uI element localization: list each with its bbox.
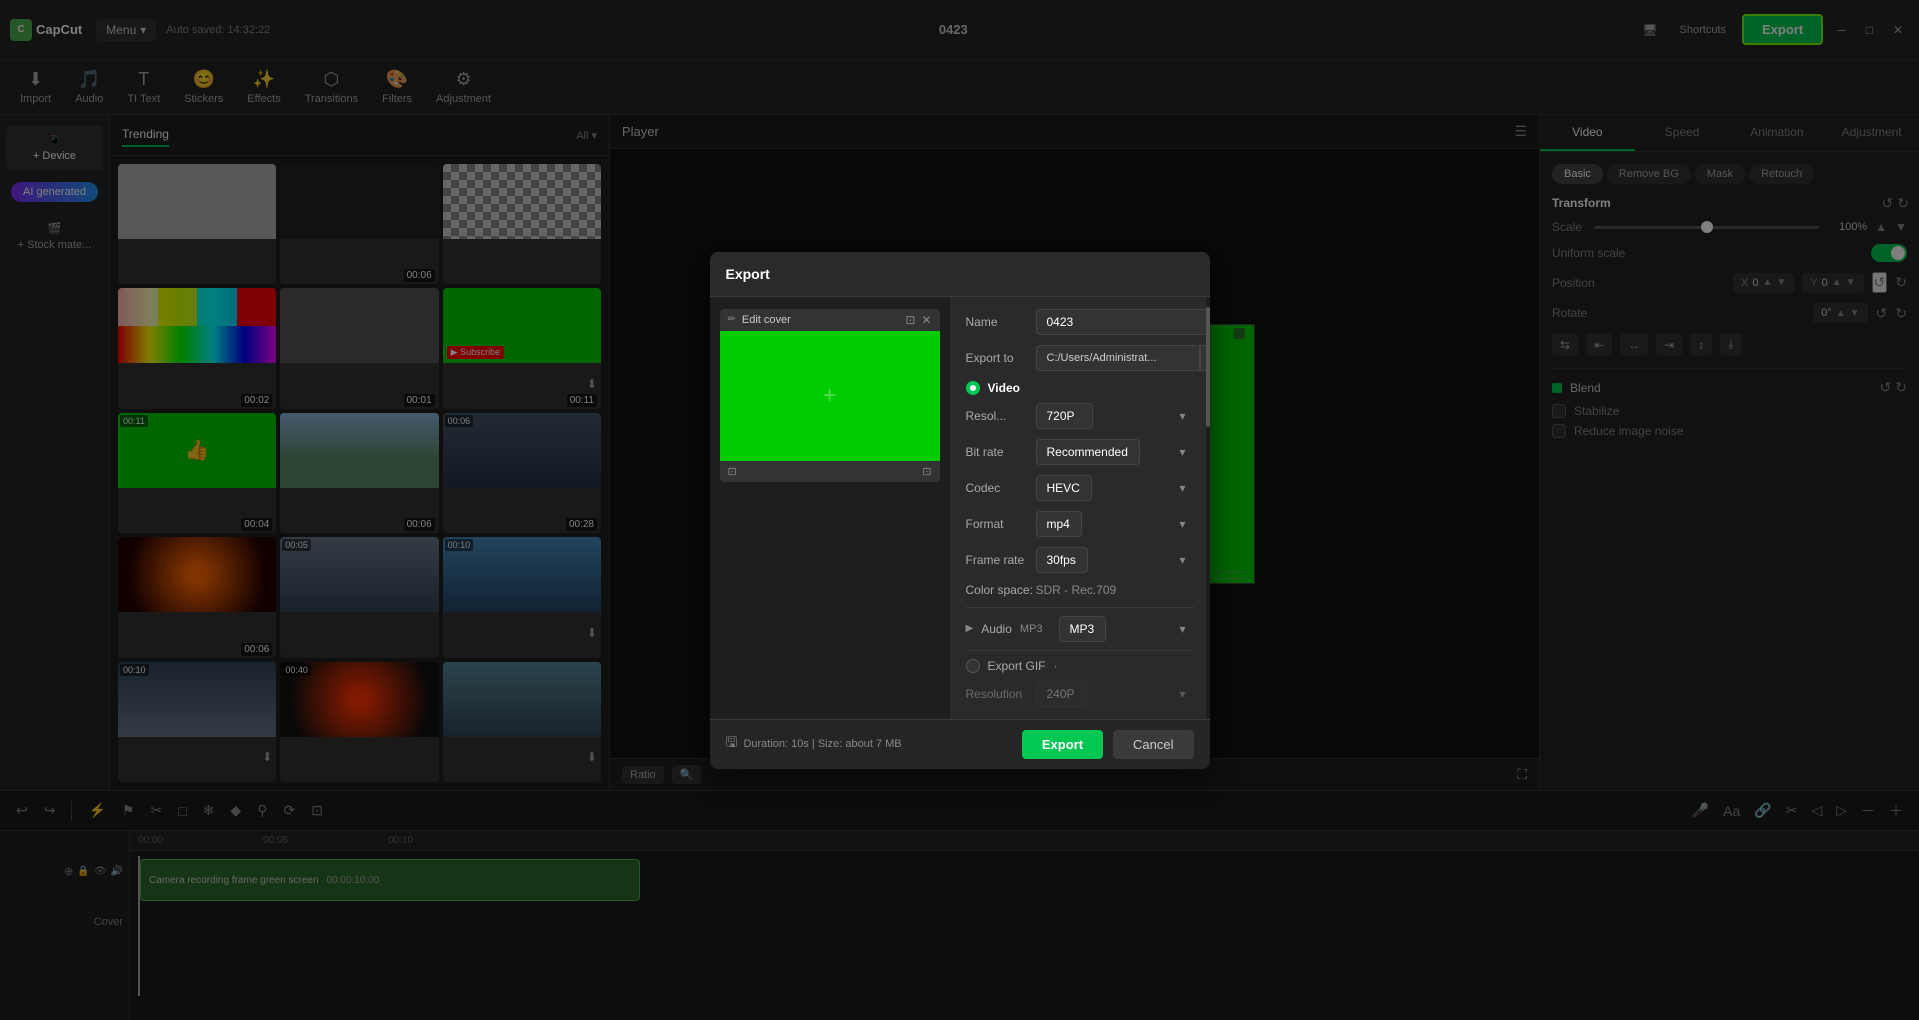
frame-rate-label: Frame rate: [966, 553, 1036, 567]
preview-cover-header: ✏ Edit cover ⊡ ✕: [720, 309, 940, 331]
settings-scrollbar[interactable]: [1206, 297, 1210, 719]
modal-export-button[interactable]: Export: [1022, 730, 1103, 759]
export-modal: Export ✏ Edit cover ⊡ ✕: [710, 252, 1210, 769]
frame-rate-row: Frame rate 24fps 25fps 30fps 50fps 60fps: [966, 547, 1194, 573]
format-label: Format: [966, 517, 1036, 531]
preview-video: +: [720, 331, 940, 461]
export-to-label: Export to: [966, 351, 1036, 365]
modal-footer: 🖫 Duration: 10s | Size: about 7 MB Expor…: [710, 719, 1210, 769]
audio-format-value: MP3: [1020, 623, 1043, 635]
duration-text: Duration: 10s | Size: about 7 MB: [743, 738, 901, 750]
resolution-select-wrapper: 360P 480P 720P 1080P 2K 4K: [1036, 403, 1194, 429]
audio-collapse-icon: ▶: [966, 623, 974, 634]
format-row: Format mp4 mov: [966, 511, 1194, 537]
video-section: Video Resol... 360P 480P 720P 1080P 2K: [966, 381, 1194, 597]
color-space-label: Color space:: [966, 583, 1036, 597]
cover-close-icon[interactable]: ✕: [921, 313, 931, 327]
format-select[interactable]: mp4 mov: [1036, 511, 1082, 537]
color-space-row: Color space: SDR - Rec.709: [966, 583, 1194, 597]
audio-label: Audio: [981, 622, 1012, 636]
codec-row: Codec H.264 HEVC: [966, 475, 1194, 501]
bit-rate-row: Bit rate Low Medium Recommended High: [966, 439, 1194, 465]
footer-actions: Export Cancel: [1022, 730, 1194, 759]
edit-cover-label: Edit cover: [742, 314, 791, 326]
gif-dash: ·: [1054, 659, 1058, 673]
frame-rate-select[interactable]: 24fps 25fps 30fps 50fps 60fps: [1036, 547, 1088, 573]
modal-preview: ✏ Edit cover ⊡ ✕ + ⊡ ⊡: [710, 297, 950, 719]
edit-icon: ✏: [728, 314, 736, 325]
gif-res-row: Resolution 240P 360P 480P: [966, 681, 1194, 707]
format-select-wrapper: mp4 mov: [1036, 511, 1194, 537]
export-to-row: Export to 📁: [966, 345, 1194, 371]
resolution-select[interactable]: 360P 480P 720P 1080P 2K 4K: [1036, 403, 1093, 429]
bit-rate-select-wrapper: Low Medium Recommended High: [1036, 439, 1194, 465]
preview-cover-icons: ⊡ ✕: [905, 313, 931, 327]
audio-section-header[interactable]: ▶ Audio MP3 MP3 AAC: [966, 616, 1194, 642]
modal-cancel-button[interactable]: Cancel: [1113, 730, 1193, 759]
export-path-row: 📁: [1036, 345, 1210, 371]
settings-scrollbar-thumb: [1206, 307, 1210, 427]
video-section-header: Video: [966, 381, 1194, 395]
cover-minimize-icon[interactable]: ⊡: [905, 313, 915, 327]
modal-title: Export: [726, 266, 770, 282]
codec-label: Codec: [966, 481, 1036, 495]
resolution-label: Resol...: [966, 409, 1036, 423]
frame-rate-select-wrapper: 24fps 25fps 30fps 50fps 60fps: [1036, 547, 1194, 573]
codec-select-wrapper: H.264 HEVC: [1036, 475, 1194, 501]
duration-info: 🖫 Duration: 10s | Size: about 7 MB: [726, 732, 902, 756]
name-input[interactable]: [1036, 309, 1210, 335]
modal-body: ✏ Edit cover ⊡ ✕ + ⊡ ⊡: [710, 297, 1210, 719]
video-section-label: Video: [988, 381, 1020, 395]
audio-format-select[interactable]: MP3 AAC: [1059, 616, 1106, 642]
name-label: Name: [966, 315, 1036, 329]
gif-checkbox[interactable]: [966, 659, 980, 673]
modal-header: Export: [710, 252, 1210, 297]
preview-cover-footer: ⊡ ⊡: [720, 461, 940, 482]
codec-select[interactable]: H.264 HEVC: [1036, 475, 1092, 501]
duration-icon: 🖫: [726, 732, 738, 756]
bit-rate-select[interactable]: Low Medium Recommended High: [1036, 439, 1140, 465]
audio-section: ▶ Audio MP3 MP3 AAC: [966, 607, 1194, 642]
color-space-value: SDR - Rec.709: [1036, 583, 1117, 597]
export-modal-overlay: Export ✏ Edit cover ⊡ ✕: [0, 0, 1919, 1020]
cover-back-icon[interactable]: ⊡: [728, 465, 737, 478]
audio-format-select-wrapper: MP3 AAC: [1059, 616, 1194, 642]
gif-res-select[interactable]: 240P 360P 480P: [1036, 681, 1087, 707]
cover-forward-icon[interactable]: ⊡: [922, 465, 931, 478]
video-check[interactable]: [966, 381, 980, 395]
name-row: Name: [966, 309, 1194, 335]
gif-label: Export GIF: [988, 659, 1046, 673]
resolution-row: Resol... 360P 480P 720P 1080P 2K 4K: [966, 403, 1194, 429]
modal-settings: Name Export to 📁 Video: [950, 297, 1210, 719]
edit-cover-label-row: ✏ Edit cover: [728, 314, 791, 326]
bit-rate-label: Bit rate: [966, 445, 1036, 459]
preview-plus-icon: +: [822, 382, 836, 410]
preview-cover: ✏ Edit cover ⊡ ✕ + ⊡ ⊡: [720, 309, 940, 482]
export-path-input[interactable]: [1036, 345, 1200, 371]
gif-res-label: Resolution: [966, 687, 1036, 701]
gif-header: Export GIF ·: [966, 659, 1194, 673]
gif-res-select-wrapper: 240P 360P 480P: [1036, 681, 1194, 707]
gif-section: Export GIF · Resolution 240P 360P 480P: [966, 650, 1194, 707]
